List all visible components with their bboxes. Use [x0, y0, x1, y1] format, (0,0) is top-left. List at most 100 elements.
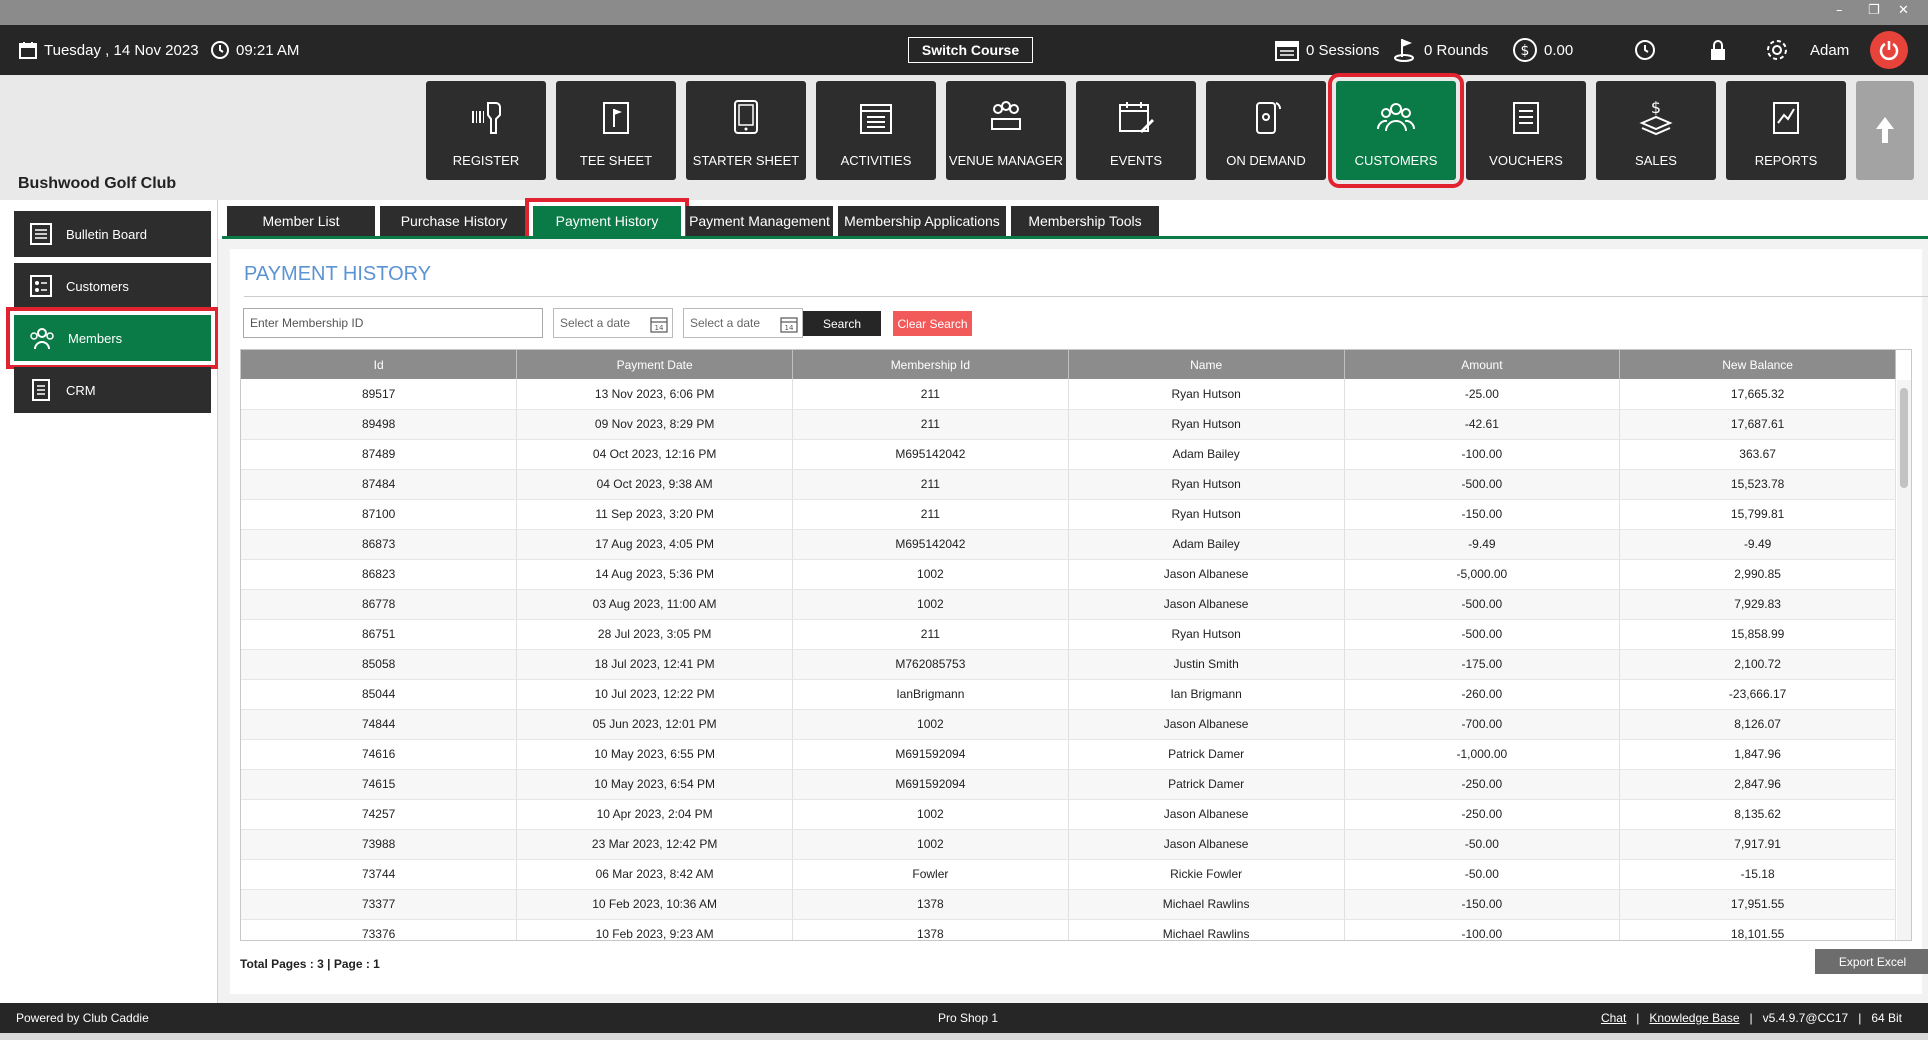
- table-cell: 11 Sep 2023, 3:20 PM: [516, 499, 793, 530]
- table-cell: 15,523.78: [1619, 469, 1896, 500]
- table-row[interactable]: 85044 10 Jul 2023, 12:22 PM IanBrigmann Ian…: [241, 679, 1896, 710]
- nav-label: ACTIVITIES: [840, 153, 912, 168]
- table-cell: 1002: [792, 709, 1069, 740]
- table-row[interactable]: 74844 05 Jun 2023, 12:01 PM 1002 Jason Alba…: [241, 709, 1896, 740]
- nav-label: EVENTS: [1109, 153, 1162, 168]
- table-row[interactable]: 74615 10 May 2023, 6:54 PM M691592094 Patri…: [241, 769, 1896, 800]
- events-calendar-icon: [1119, 102, 1154, 133]
- table-row[interactable]: 73988 23 Mar 2023, 12:42 PM 1002 Jason Alba…: [241, 829, 1896, 860]
- restore-icon[interactable]: ❐: [1868, 3, 1880, 18]
- table-cell: 8,135.62: [1619, 799, 1896, 830]
- table-row[interactable]: 74616 10 May 2023, 6:55 PM M691592094 Patri…: [241, 739, 1896, 770]
- nav-activities[interactable]: ACTIVITIES: [816, 81, 936, 180]
- clear-search-button[interactable]: Clear Search: [893, 311, 972, 336]
- table-cell: 87489: [241, 439, 518, 470]
- table-row[interactable]: 87100 11 Sep 2023, 3:20 PM 211 Ryan Hutson -…: [241, 499, 1896, 530]
- close-icon[interactable]: ✕: [1898, 3, 1909, 18]
- crm-icon: [32, 379, 50, 401]
- pagination-info: Total Pages : 3 | Page : 1: [240, 957, 380, 971]
- settings-button[interactable]: [1764, 25, 1790, 75]
- sessions-indicator[interactable]: 0 Sessions: [1274, 25, 1379, 75]
- export-excel-button[interactable]: Export Excel: [1815, 949, 1928, 974]
- nav-starter-sheet[interactable]: STARTER SHEET: [686, 81, 806, 180]
- table-row[interactable]: 86751 28 Jul 2023, 3:05 PM 211 Ryan Hutson -…: [241, 619, 1896, 650]
- table-row[interactable]: 86873 17 Aug 2023, 4:05 PM M695142042 Adam …: [241, 529, 1896, 560]
- calendar-picker-icon[interactable]: 14: [650, 315, 668, 333]
- date-from-picker[interactable]: Select a date 14: [553, 308, 673, 338]
- column-header-id[interactable]: Id: [241, 350, 518, 379]
- date-to-picker[interactable]: Select a date 14: [683, 308, 803, 338]
- payment-history-panel: PAYMENT HISTORY Select a date 14 Select …: [230, 249, 1928, 994]
- search-button[interactable]: Search: [803, 311, 881, 336]
- tab-purchase-history[interactable]: Purchase History: [380, 206, 528, 236]
- table-cell: M762085753: [792, 649, 1069, 680]
- tablet-icon: [734, 100, 758, 134]
- table-row[interactable]: 85058 18 Jul 2023, 12:41 PM M762085753 Just…: [241, 649, 1896, 680]
- power-button[interactable]: [1870, 31, 1908, 69]
- tab-payment-management[interactable]: Payment Management: [686, 206, 833, 236]
- scrollbar-thumb[interactable]: [1900, 388, 1908, 488]
- table-row[interactable]: 87484 04 Oct 2023, 9:38 AM 211 Ryan Hutson -…: [241, 469, 1896, 500]
- rounds-indicator[interactable]: 0 Rounds: [1392, 25, 1488, 75]
- table-row[interactable]: 86778 03 Aug 2023, 11:00 AM 1002 Jason Alba…: [241, 589, 1896, 620]
- table-row[interactable]: 73376 10 Feb 2023, 9:23 AM 1378 Michael Raw…: [241, 919, 1896, 940]
- switch-course-button[interactable]: Switch Course: [908, 37, 1033, 63]
- table-cell: 211: [792, 409, 1069, 440]
- table-cell: 87100: [241, 499, 518, 530]
- nav-label: SALES: [1635, 153, 1677, 168]
- table-cell: M691592094: [792, 769, 1069, 800]
- column-header-amount[interactable]: Amount: [1344, 350, 1621, 379]
- column-header-membership-id[interactable]: Membership Id: [792, 350, 1069, 379]
- table-cell: 86751: [241, 619, 518, 650]
- tab-member-list[interactable]: Member List: [227, 206, 375, 236]
- nav-venue-manager[interactable]: VENUE MANAGER: [946, 81, 1066, 180]
- minimize-icon[interactable]: –: [1836, 3, 1843, 18]
- calendar-picker-icon[interactable]: 14: [780, 315, 798, 333]
- nav-customers[interactable]: CUSTOMERS: [1328, 73, 1464, 188]
- table-cell: 1378: [792, 919, 1069, 940]
- footer-separator: |: [1636, 1011, 1640, 1025]
- sidebar-item-members[interactable]: Members: [6, 307, 219, 369]
- table-cell: 89498: [241, 409, 518, 440]
- time-text: 09:21 AM: [236, 41, 300, 59]
- table-cell: 05 Jun 2023, 12:01 PM: [516, 709, 793, 740]
- table-row[interactable]: 74257 10 Apr 2023, 2:04 PM 1002 Jason Alban…: [241, 799, 1896, 830]
- membership-id-input[interactable]: [243, 308, 543, 338]
- content-area: PAYMENT HISTORY Select a date 14 Select …: [218, 239, 1928, 1003]
- table-cell: Jason Albanese: [1068, 709, 1345, 740]
- nav-tee-sheet[interactable]: TEE SHEET: [556, 81, 676, 180]
- nav-reports[interactable]: REPORTS: [1726, 81, 1846, 180]
- nav-sales[interactable]: $ SALES: [1596, 81, 1716, 180]
- tab-membership-applications[interactable]: Membership Applications: [838, 206, 1006, 236]
- table-row[interactable]: 87489 04 Oct 2023, 12:16 PM M695142042 Adam…: [241, 439, 1896, 470]
- sidebar-item-customers[interactable]: Customers: [14, 263, 211, 309]
- table-row[interactable]: 73744 06 Mar 2023, 8:42 AM Fowler Rickie Fo…: [241, 859, 1896, 890]
- table-row[interactable]: 89517 13 Nov 2023, 6:06 PM 211 Ryan Hutson -…: [241, 379, 1896, 410]
- nav-register[interactable]: REGISTER: [426, 81, 546, 180]
- balance-indicator[interactable]: $ 0.00: [1512, 25, 1573, 75]
- table-cell: Ryan Hutson: [1068, 469, 1345, 500]
- nav-vouchers[interactable]: VOUCHERS: [1466, 81, 1586, 180]
- table-cell: -700.00: [1344, 709, 1621, 740]
- column-header-new-balance[interactable]: New Balance: [1619, 350, 1896, 379]
- table-row[interactable]: 86823 14 Aug 2023, 5:36 PM 1002 Jason Alban…: [241, 559, 1896, 590]
- knowledge-base-link[interactable]: Knowledge Base: [1649, 1011, 1739, 1025]
- table-row[interactable]: 73377 10 Feb 2023, 10:36 AM 1378 Michael Ra…: [241, 889, 1896, 920]
- sidebar-item-bulletin-board[interactable]: Bulletin Board: [14, 211, 211, 257]
- nav-on-demand[interactable]: ON DEMAND: [1206, 81, 1326, 180]
- tab-membership-tools[interactable]: Membership Tools: [1011, 206, 1159, 236]
- tab-payment-history[interactable]: Payment History: [525, 198, 689, 244]
- column-header-payment-date[interactable]: Payment Date: [516, 350, 793, 379]
- user-name[interactable]: Adam: [1810, 25, 1849, 75]
- table-row[interactable]: 89498 09 Nov 2023, 8:29 PM 211 Ryan Hutson -…: [241, 409, 1896, 440]
- column-header-name[interactable]: Name: [1068, 350, 1345, 379]
- history-button[interactable]: [1634, 25, 1656, 75]
- lock-button[interactable]: [1708, 25, 1728, 75]
- table-cell: 86823: [241, 559, 518, 590]
- table-cell: 74844: [241, 709, 518, 740]
- sidebar-item-label: Members: [68, 330, 123, 346]
- scroll-up-button[interactable]: [1856, 81, 1914, 180]
- nav-events[interactable]: EVENTS: [1076, 81, 1196, 180]
- chat-link[interactable]: Chat: [1601, 1011, 1626, 1025]
- sidebar-item-crm[interactable]: CRM: [14, 367, 211, 413]
